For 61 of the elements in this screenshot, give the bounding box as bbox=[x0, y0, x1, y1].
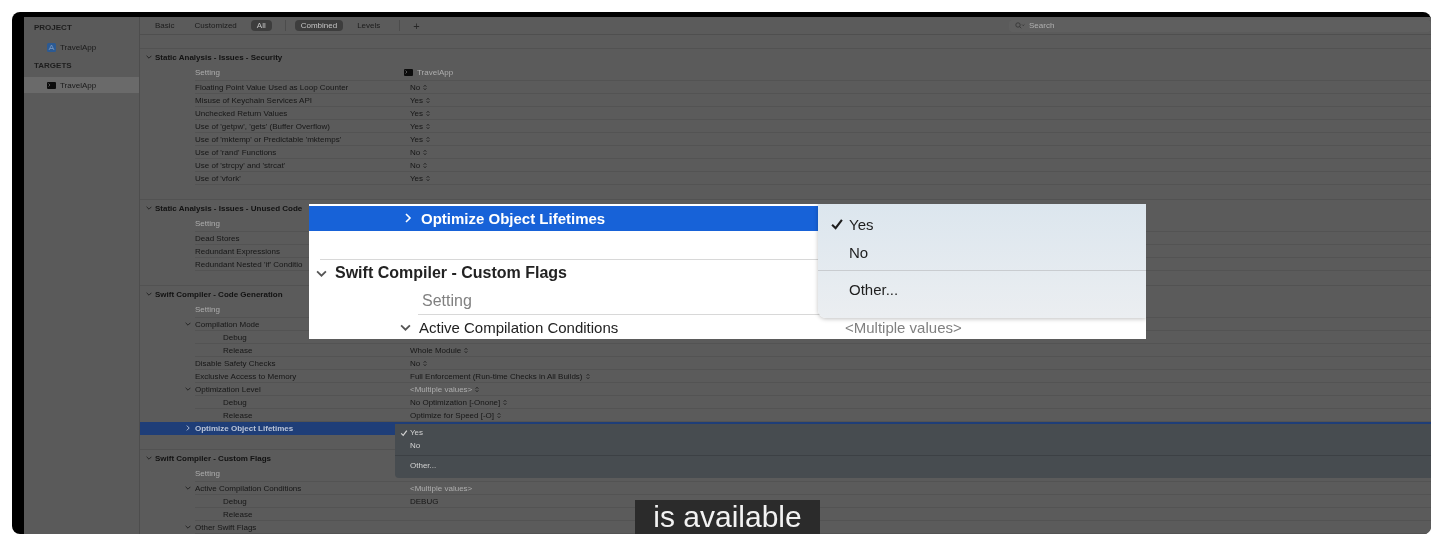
chevron-right-icon[interactable] bbox=[185, 425, 191, 431]
terminal-icon bbox=[47, 81, 56, 89]
setting-name: Optimization Level bbox=[195, 384, 261, 394]
section-title: Swift Compiler - Code Generation bbox=[155, 289, 283, 299]
stepper-icon bbox=[423, 148, 428, 156]
column-header: Setting bbox=[195, 219, 220, 228]
value-popup[interactable]: No bbox=[410, 147, 428, 157]
stepper-icon bbox=[426, 109, 431, 117]
stepper-icon bbox=[426, 122, 431, 130]
sidebar-item[interactable]: TravelApp bbox=[24, 77, 139, 93]
filter-tab[interactable]: All bbox=[250, 20, 272, 31]
stepper-icon bbox=[423, 359, 428, 367]
setting-value: <Multiple values> bbox=[410, 483, 473, 493]
add-button[interactable]: + bbox=[409, 19, 424, 32]
stepper-icon bbox=[426, 135, 431, 143]
column-header: TravelApp bbox=[417, 68, 454, 77]
checkmark-icon bbox=[830, 217, 844, 231]
setting-name: Optimize Object Lifetimes bbox=[195, 423, 294, 433]
column-header: Setting bbox=[195, 305, 220, 314]
stepper-icon bbox=[497, 411, 502, 419]
section-title: Static Analysis - Issues - Unused Code bbox=[155, 203, 303, 213]
setting-name: Dead Stores bbox=[195, 233, 240, 243]
search-field[interactable]: Search bbox=[1009, 19, 1431, 32]
setting-value: <Multiple values> bbox=[845, 318, 963, 336]
stepper-icon bbox=[423, 83, 428, 91]
value-popup[interactable]: No bbox=[410, 358, 428, 368]
column-header: Setting bbox=[195, 469, 220, 478]
sidebar-heading: TARGETS bbox=[33, 60, 73, 72]
section-title: Static Analysis - Issues - Security bbox=[155, 52, 283, 62]
setting-name: Active Compilation Conditions bbox=[419, 318, 619, 336]
terminal-icon bbox=[404, 69, 413, 76]
stepper-icon bbox=[585, 372, 590, 380]
chevron-right-icon[interactable] bbox=[403, 213, 413, 224]
stepper-icon bbox=[426, 96, 431, 104]
sidebar-heading: PROJECT bbox=[33, 22, 73, 34]
value-popup[interactable]: No bbox=[410, 160, 428, 170]
sidebar-item[interactable]: TravelApp bbox=[24, 39, 139, 55]
value-popup[interactable]: No bbox=[410, 82, 428, 92]
value-popup[interactable]: <Multiple values> bbox=[410, 384, 480, 394]
app-project-icon bbox=[47, 42, 56, 52]
section-title: Swift Compiler - Custom Flags bbox=[155, 453, 271, 463]
column-header: Setting bbox=[422, 291, 472, 310]
menu-item[interactable]: No bbox=[395, 439, 1431, 452]
stepper-icon bbox=[475, 385, 480, 393]
section-title: Swift Compiler - Custom Flags bbox=[335, 264, 567, 283]
menu-item[interactable]: Other... bbox=[395, 459, 1431, 472]
stepper-icon bbox=[426, 174, 431, 182]
stepper-icon bbox=[503, 398, 508, 406]
caption-text: is available bbox=[635, 500, 820, 534]
view-tab[interactable]: Combined bbox=[294, 20, 344, 31]
checkmark-icon bbox=[400, 428, 408, 437]
chevron-down-icon[interactable] bbox=[316, 268, 327, 279]
stepper-icon bbox=[464, 346, 469, 354]
setting-name: Optimize Object Lifetimes bbox=[421, 209, 606, 227]
search-icon bbox=[1015, 22, 1025, 29]
menu-item[interactable]: No bbox=[818, 238, 1146, 266]
stepper-icon bbox=[423, 161, 428, 169]
menu-item[interactable]: Other... bbox=[818, 275, 1146, 303]
value-popup[interactable]: Whole Module bbox=[410, 345, 469, 355]
menu-item[interactable]: Yes bbox=[395, 426, 1431, 439]
column-header: Setting bbox=[195, 68, 220, 77]
